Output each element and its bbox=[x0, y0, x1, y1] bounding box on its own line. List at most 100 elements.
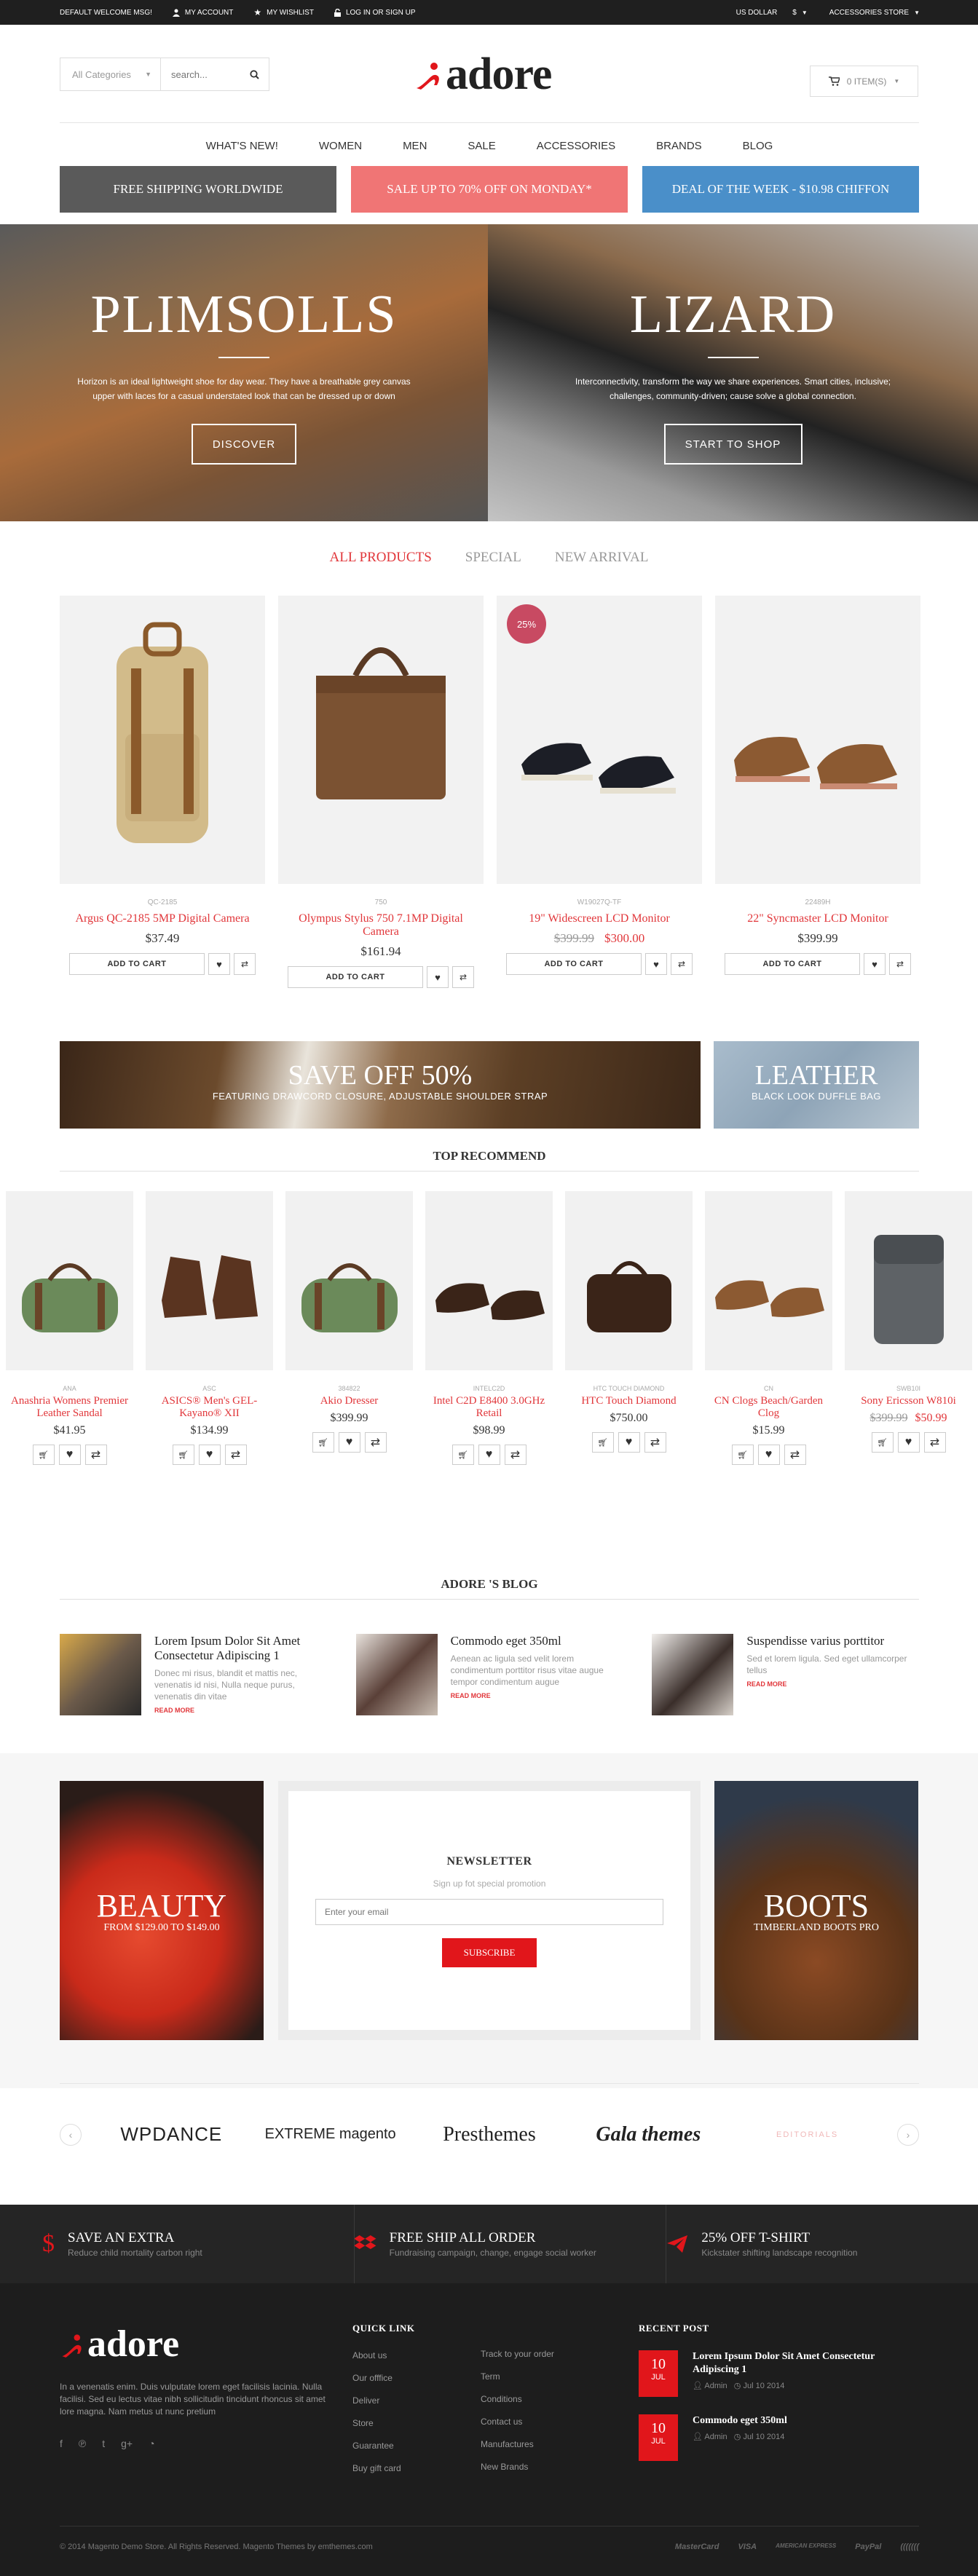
footer-link[interactable]: Track to your order bbox=[481, 2349, 554, 2371]
footer-logo[interactable]: adore bbox=[60, 2323, 179, 2366]
footer-link[interactable]: Conditions bbox=[481, 2394, 554, 2417]
compare-button[interactable]: ⇄ bbox=[84, 1445, 107, 1465]
wishlist-button[interactable]: ♥ bbox=[478, 1445, 500, 1465]
subscribe-button[interactable]: SUBSCRIBE bbox=[442, 1938, 537, 1967]
google-plus-icon[interactable]: g+ bbox=[121, 2438, 133, 2449]
currency-select[interactable]: US DOLLAR $ ▼ bbox=[736, 9, 808, 17]
add-to-cart-button[interactable]: ADD TO CART bbox=[69, 953, 205, 975]
footer-link[interactable]: About us bbox=[352, 2350, 415, 2373]
product-image[interactable] bbox=[715, 596, 920, 884]
brand-logo-presthemes[interactable]: Presthemes bbox=[420, 2123, 559, 2146]
wishlist-button[interactable]: ♥ bbox=[208, 953, 230, 975]
product-name[interactable]: Akio Dresser bbox=[285, 1395, 413, 1407]
footer-link[interactable]: Term bbox=[481, 2371, 554, 2394]
wishlist-button[interactable]: ♥ bbox=[757, 1445, 780, 1465]
product-name[interactable]: Argus QC-2185 5MP Digital Camera bbox=[60, 912, 265, 925]
compare-button[interactable]: ⇄ bbox=[452, 966, 474, 988]
compare-button[interactable]: ⇄ bbox=[889, 953, 911, 975]
product-name[interactable]: 19" Widescreen LCD Monitor bbox=[497, 912, 702, 925]
footer-link[interactable]: Store bbox=[352, 2418, 415, 2441]
recent-post-title[interactable]: Commodo eget 350ml bbox=[693, 2414, 787, 2427]
nav-item-whats-new[interactable]: WHAT'S NEW! bbox=[206, 140, 278, 152]
product-name[interactable]: Olympus Stylus 750 7.1MP Digital Camera bbox=[278, 912, 484, 939]
product-image[interactable] bbox=[60, 596, 265, 884]
my-account-link[interactable]: MY ACCOUNT bbox=[172, 9, 233, 17]
email-field[interactable] bbox=[315, 1899, 663, 1925]
tab-all-products[interactable]: ALL PRODUCTS bbox=[330, 550, 432, 566]
store-select[interactable]: ACCESSORIES STORE ▼ bbox=[829, 9, 920, 17]
wishlist-button[interactable]: ♥ bbox=[864, 953, 886, 975]
product-image[interactable] bbox=[146, 1191, 273, 1370]
add-to-cart-button[interactable]: 🛒︎ bbox=[312, 1432, 334, 1453]
read-more-link[interactable]: READ MORE bbox=[451, 1692, 623, 1699]
product-name[interactable]: Intel C2D E8400 3.0GHz Retail bbox=[425, 1395, 553, 1420]
brand-logo-editorials[interactable]: EDITORIALS bbox=[738, 2130, 877, 2139]
site-logo[interactable]: adore bbox=[414, 45, 552, 103]
compare-button[interactable]: ⇄ bbox=[923, 1432, 946, 1453]
blog-image[interactable] bbox=[60, 1634, 141, 1715]
banner-leather[interactable]: LEATHER BLACK LOOK DUFFLE BAG bbox=[714, 1041, 919, 1129]
rss-icon[interactable]: ◔ bbox=[149, 2438, 154, 2449]
twitter-icon[interactable]: t bbox=[102, 2438, 105, 2449]
tab-special[interactable]: SPECIAL bbox=[465, 550, 521, 566]
read-more-link[interactable]: READ MORE bbox=[154, 1707, 327, 1714]
wishlist-button[interactable]: ♥ bbox=[618, 1432, 640, 1453]
recent-post-title[interactable]: Lorem Ipsum Dolor Sit Amet Consectetur A… bbox=[693, 2350, 919, 2377]
add-to-cart-button[interactable]: 🛒︎ bbox=[32, 1445, 55, 1465]
promo-deal[interactable]: DEAL OF THE WEEK - $10.98 CHIFFON bbox=[642, 166, 919, 213]
banner-save-off[interactable]: SAVE OFF 50% FEATURING DRAWCORD CLOSURE,… bbox=[60, 1041, 701, 1129]
product-image[interactable] bbox=[278, 596, 484, 884]
footer-link[interactable]: Our offfice bbox=[352, 2373, 415, 2395]
product-name[interactable]: 22" Syncmaster LCD Monitor bbox=[715, 912, 920, 925]
tab-new-arrival[interactable]: NEW ARRIVAL bbox=[555, 550, 649, 566]
login-link[interactable]: LOG IN OR SIGN UP bbox=[334, 8, 416, 17]
product-name[interactable]: Anashria Womens Premier Leather Sandal bbox=[6, 1395, 133, 1420]
carousel-prev-button[interactable]: ‹ bbox=[60, 2123, 82, 2146]
banner-boots[interactable]: BOOTS TIMBERLAND BOOTS PRO bbox=[714, 1781, 918, 2040]
blog-image[interactable] bbox=[355, 1634, 438, 1715]
add-to-cart-button[interactable]: 🛒︎ bbox=[871, 1432, 894, 1453]
discover-button[interactable]: DISCOVER bbox=[192, 424, 296, 465]
wishlist-button[interactable]: ♥ bbox=[58, 1445, 81, 1465]
compare-button[interactable]: ⇄ bbox=[234, 953, 256, 975]
blog-image[interactable] bbox=[652, 1634, 734, 1715]
blog-title[interactable]: Commodo eget 350ml bbox=[451, 1634, 623, 1648]
nav-item-men[interactable]: MEN bbox=[403, 140, 427, 152]
cart-button[interactable]: 0 ITEM(S) ▼ bbox=[810, 66, 918, 97]
footer-link[interactable]: New Brands bbox=[481, 2462, 554, 2484]
product-name[interactable]: Sony Ericsson W810i bbox=[845, 1395, 972, 1407]
compare-button[interactable]: ⇄ bbox=[224, 1445, 247, 1465]
add-to-cart-button[interactable]: ADD TO CART bbox=[288, 966, 423, 988]
brand-logo-gala-themes[interactable]: Gala themes bbox=[579, 2123, 717, 2146]
add-to-cart-button[interactable]: 🛒︎ bbox=[451, 1445, 474, 1465]
category-select[interactable]: All Categories ▼ bbox=[60, 58, 161, 90]
wishlist-button[interactable]: ♥ bbox=[338, 1432, 360, 1453]
nav-item-sale[interactable]: SALE bbox=[468, 140, 495, 152]
wishlist-button[interactable]: ♥ bbox=[645, 953, 667, 975]
product-image[interactable] bbox=[845, 1191, 972, 1370]
footer-link[interactable]: Guarantee bbox=[352, 2441, 415, 2463]
facebook-icon[interactable]: f bbox=[60, 2438, 63, 2449]
nav-item-blog[interactable]: BLOG bbox=[743, 140, 773, 152]
product-image[interactable] bbox=[705, 1191, 832, 1370]
add-to-cart-button[interactable]: 🛒︎ bbox=[591, 1432, 614, 1453]
banner-beauty[interactable]: BEAUTY FROM $129.00 TO $149.00 bbox=[60, 1781, 264, 2040]
start-to-shop-button[interactable]: START TO SHOP bbox=[663, 424, 802, 465]
product-name[interactable]: HTC Touch Diamond bbox=[565, 1395, 693, 1407]
wishlist-button[interactable]: ♥ bbox=[897, 1432, 920, 1453]
product-image[interactable] bbox=[285, 1191, 413, 1370]
blog-title[interactable]: Lorem Ipsum Dolor Sit Amet Consectetur A… bbox=[154, 1634, 327, 1663]
product-name[interactable]: ASICS® Men's GEL-Kayano® XII bbox=[146, 1395, 273, 1420]
product-image[interactable] bbox=[565, 1191, 693, 1370]
footer-link[interactable]: Buy gift card bbox=[352, 2463, 415, 2486]
carousel-next-button[interactable]: › bbox=[896, 2123, 919, 2146]
footer-link[interactable]: Manufactures bbox=[481, 2439, 554, 2462]
wishlist-button[interactable]: ♥ bbox=[427, 966, 449, 988]
pinterest-icon[interactable]: ℗ bbox=[79, 2438, 86, 2449]
blog-title[interactable]: Suspendisse varius porttitor bbox=[746, 1634, 919, 1648]
promo-free-shipping[interactable]: FREE SHIPPING WORLDWIDE bbox=[60, 166, 336, 213]
brand-logo-wpdance[interactable]: WPDANCE bbox=[102, 2123, 240, 2146]
add-to-cart-button[interactable]: ADD TO CART bbox=[725, 953, 860, 975]
nav-item-brands[interactable]: BRANDS bbox=[656, 140, 702, 152]
footer-link[interactable]: Deliver bbox=[352, 2395, 415, 2418]
